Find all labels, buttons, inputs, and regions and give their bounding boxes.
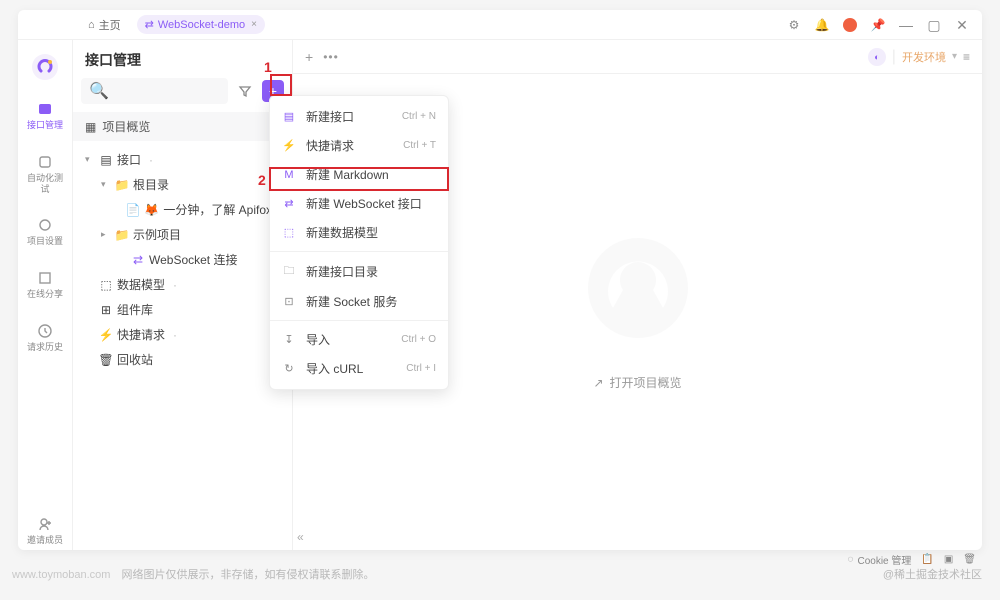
annotation-2: 2 [258, 172, 266, 188]
curl-icon: ↻ [282, 362, 296, 375]
api-folder-icon: ▤ [99, 153, 113, 167]
env-label[interactable]: 开发环境 [902, 49, 946, 65]
tree-intro-doc[interactable]: 📄 🦊 一分钟，了解 Apifox！ [73, 197, 292, 222]
socket-icon: ⊡ [282, 295, 296, 308]
api-doc-icon: ▤ [282, 110, 296, 123]
sidebar-title: 接口管理 [73, 40, 292, 78]
nav-automation[interactable]: 自动化测试 [23, 149, 67, 199]
tab-websocket-label: WebSocket-demo [158, 19, 245, 31]
automation-icon [36, 153, 54, 171]
add-dropdown-menu: ▤ 新建接口 Ctrl + N ⚡ 快捷请求 Ctrl + T M 新建 Mar… [269, 95, 449, 390]
tree-websocket-connection[interactable]: ⇄ WebSocket 连接 [73, 247, 292, 272]
pin-icon[interactable]: 📌 [870, 17, 886, 33]
tab-home[interactable]: ⌂ 主页 [80, 15, 129, 35]
terminal-icon[interactable]: ▣ [944, 554, 953, 565]
lightning-icon: ⚡ [282, 139, 296, 152]
api-icon [36, 100, 54, 118]
dd-new-markdown[interactable]: M 新建 Markdown [270, 160, 448, 189]
open-overview-button[interactable]: ↗ 打开项目概览 [593, 374, 681, 391]
search-input[interactable]: 🔍 [81, 78, 228, 104]
dd-new-socket-service[interactable]: ⊡ 新建 Socket 服务 [270, 287, 448, 316]
filter-button[interactable] [234, 80, 256, 102]
nav-history[interactable]: 请求历史 [23, 318, 67, 357]
env-menu-icon[interactable]: ≡ [963, 50, 970, 64]
placeholder-logo [583, 233, 693, 348]
folder-plus-icon: 🗀 [282, 262, 296, 281]
trash-icon[interactable]: 🗑 [963, 554, 976, 565]
websocket-icon: ⇄ [282, 197, 296, 210]
user-avatar-icon[interactable] [842, 17, 858, 33]
settings-icon [36, 216, 54, 234]
chevron-right-icon: ▸ [101, 229, 111, 240]
trash-icon: 🗑 [99, 353, 113, 367]
window-maximize[interactable]: ▢ [926, 17, 942, 33]
chevron-down-icon[interactable]: ▾ [952, 51, 957, 62]
dd-new-data-model[interactable]: ⬚ 新建数据模型 [270, 218, 448, 247]
markdown-icon: M [282, 169, 296, 181]
external-icon: ↗ [593, 376, 603, 390]
cookie-manage-button[interactable]: ◌ Cookie 管理 [848, 552, 912, 567]
app-logo [30, 52, 60, 82]
nav-share[interactable]: 在线分享 [23, 265, 67, 304]
share-icon [36, 269, 54, 287]
cube-icon: ⬚ [99, 278, 113, 292]
project-overview-label: 项目概览 [102, 118, 150, 135]
gear-icon[interactable]: ⚙ [786, 17, 802, 33]
dd-import[interactable]: ↧ 导入 Ctrl + O [270, 325, 448, 354]
chevron-down-icon: ▾ [101, 179, 111, 190]
new-tab-button[interactable]: + [305, 49, 313, 65]
dd-quick-request[interactable]: ⚡ 快捷请求 Ctrl + T [270, 131, 448, 160]
annotation-1: 1 [264, 59, 272, 75]
folder-icon: 📁 [115, 228, 129, 242]
websocket-icon: ⇄ [145, 18, 154, 31]
close-icon[interactable]: × [251, 19, 257, 30]
home-icon: ⌂ [88, 19, 95, 31]
cookie-icon: ◌ [848, 554, 854, 565]
tree-recycle[interactable]: 🗑 回收站 [73, 347, 292, 372]
dd-new-api-folder[interactable]: 🗀 新建接口目录 [270, 256, 448, 287]
tree-example-project[interactable]: ▸ 📁 示例项目 [73, 222, 292, 247]
folder-icon: 📁 [115, 178, 129, 192]
cube-icon: ⬚ [282, 226, 296, 239]
dd-new-websocket[interactable]: ⇄ 新建 WebSocket 接口 [270, 189, 448, 218]
dd-new-api[interactable]: ▤ 新建接口 Ctrl + N [270, 102, 448, 131]
footer-watermark: www.toymoban.com 网络图片仅供展示，非存储，如有侵权请联系删除。 [12, 566, 375, 582]
tree-api-root[interactable]: ▾ ▤ 接口 · [73, 147, 292, 172]
search-icon: 🔍 [89, 81, 109, 101]
overview-icon: ▦ [85, 120, 96, 134]
window-minimize[interactable]: — [898, 17, 914, 33]
tree-data-model[interactable]: ⬚ 数据模型 · [73, 272, 292, 297]
tab-websocket-demo[interactable]: ⇄ WebSocket-demo × [137, 15, 265, 34]
websocket-icon: ⇄ [131, 253, 145, 267]
invite-icon [36, 515, 54, 533]
bell-icon[interactable]: 🔔 [814, 17, 830, 33]
tab-home-label: 主页 [99, 17, 121, 33]
collapse-sidebar-button[interactable]: « [297, 530, 304, 544]
nav-api-management[interactable]: 接口管理 [23, 96, 67, 135]
tab-more-button[interactable]: ••• [323, 50, 339, 64]
component-icon: ⊞ [99, 303, 113, 317]
history-icon [36, 322, 54, 340]
nav-invite[interactable]: 邀请成员 [23, 511, 67, 550]
env-divider: | [892, 48, 896, 66]
doc-icon: 📄 [126, 203, 140, 217]
dd-import-curl[interactable]: ↻ 导入 cURL Ctrl + I [270, 354, 448, 383]
window-close[interactable]: ✕ [954, 17, 970, 33]
run-icon[interactable]: ◐ [868, 48, 886, 66]
import-icon: ↧ [282, 333, 296, 346]
footer-attribution: @稀土掘金技术社区 [883, 566, 982, 582]
lightning-icon: ⚡ [99, 328, 113, 342]
nav-project-settings[interactable]: 项目设置 [23, 212, 67, 251]
clipboard-icon[interactable]: 📋 [921, 554, 933, 565]
project-overview-row[interactable]: ▦ 项目概览 [73, 112, 292, 141]
tree-component[interactable]: ⊞ 组件库 [73, 297, 292, 322]
tree-quick-request[interactable]: ⚡ 快捷请求 · [73, 322, 292, 347]
chevron-down-icon: ▾ [85, 154, 95, 165]
